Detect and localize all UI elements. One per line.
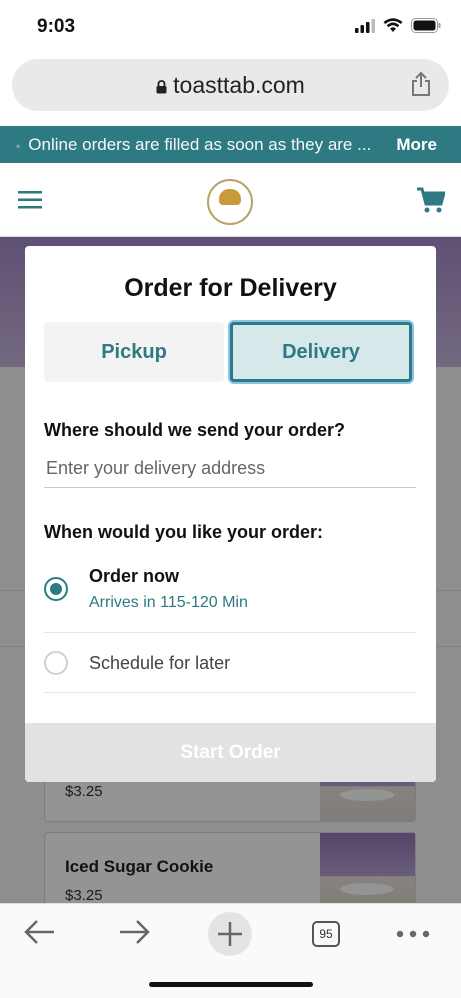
banner-text: ◦ Online orders are filled as soon as the… [16,135,372,154]
cart-icon [417,187,446,217]
status-time: 9:03 [37,16,76,37]
tab-delivery[interactable]: Delivery [230,322,412,382]
home-indicator [149,982,313,987]
start-order-button[interactable]: Start Order [25,723,436,782]
radio-order-now[interactable] [44,577,68,601]
hamburger-icon [18,191,42,213]
address-question: Where should we send your order? [44,420,346,440]
share-icon [411,71,431,101]
option-schedule-later[interactable]: Schedule for later [44,633,416,693]
radio-schedule-later[interactable] [44,651,68,675]
url-bar[interactable]: toasttab.com [12,59,449,111]
banner-more-link[interactable]: More [396,135,437,155]
url-domain: toasttab.com [173,72,305,98]
order-mode-toggle: Pickup Delivery [44,322,412,382]
cupcake-icon [219,189,241,205]
option-title: Order now [89,566,180,586]
announcement-banner: ◦ Online orders are filled as soon as the… [0,126,461,163]
menu-button[interactable] [18,191,42,214]
back-button[interactable] [18,912,62,956]
option-subtitle: Arrives in 115-120 Min [89,594,248,611]
share-button[interactable] [411,71,431,102]
restaurant-logo[interactable] [207,179,253,225]
status-icons [355,18,441,38]
tab-count-icon: 95 [312,921,340,947]
order-modal: Order for Delivery Pickup Delivery Where… [25,246,436,782]
status-bar: 9:03 [0,0,461,56]
site-header [0,163,461,237]
time-question: When would you like your order: [44,522,324,542]
option-title: Schedule for later [89,653,231,673]
arrow-right-icon [118,919,150,950]
more-button[interactable] [391,912,435,956]
arrow-left-icon [24,919,56,950]
url-display[interactable]: toasttab.com [12,72,449,100]
option-order-now[interactable]: Order now Arrives in 115-120 Min [44,562,416,633]
tabs-button[interactable]: 95 [304,912,348,956]
lock-icon [156,73,167,100]
wifi-icon [383,18,403,38]
delivery-address-input[interactable] [44,450,416,488]
new-tab-button[interactable] [208,912,252,956]
forward-button[interactable] [112,912,156,956]
megaphone-icon: ◦ [16,139,21,153]
plus-icon [208,912,252,956]
ellipsis-icon [396,925,430,943]
cart-button[interactable] [417,187,446,218]
battery-icon [411,18,441,38]
modal-title: Order for Delivery [124,274,337,302]
tab-pickup[interactable]: Pickup [44,322,224,382]
signal-icon [355,18,375,38]
